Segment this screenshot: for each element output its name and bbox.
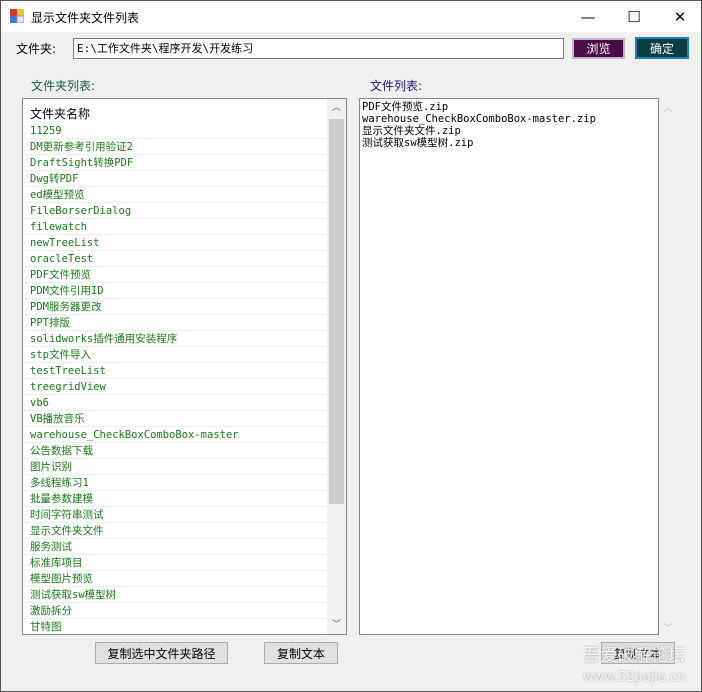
folder-list-item[interactable]: treegridView xyxy=(24,379,327,395)
folder-list-header: 文件夹名称 xyxy=(30,107,91,121)
folder-list-item[interactable]: testTreeList xyxy=(24,363,327,379)
folder-list-item[interactable]: warehouse_CheckBoxComboBox-master xyxy=(24,427,327,443)
watermark: 吾爱破解论坛 www.52pojie.cn xyxy=(583,646,685,688)
folder-list-label: 文件夹列表: xyxy=(31,79,96,93)
minimize-button[interactable]: — xyxy=(565,1,611,32)
scroll-up-icon[interactable]: ︿ xyxy=(327,99,346,117)
folder-list-item[interactable]: solidworks插件通用安装程序 xyxy=(24,331,327,347)
folder-list-item[interactable]: PDM服务器更改 xyxy=(24,299,327,315)
folder-list[interactable]: 文件夹名称 11259 DM更新参考引用验证2 DraftSight转换PDF Dwg… xyxy=(22,98,347,635)
folder-path-input[interactable]: E:\工作文件夹\程序开发\开发练习 xyxy=(73,38,564,59)
folder-list-item[interactable]: 显示文件夹文件 xyxy=(24,523,327,539)
folder-list-item[interactable]: filewatch xyxy=(24,219,327,235)
title-bar: 显示文件夹文件列表 — ☐ ✕ xyxy=(1,1,701,32)
scrollbar-thumb[interactable] xyxy=(329,119,344,504)
file-scroll-up-icon[interactable]: ︿ xyxy=(661,101,675,114)
file-list-textbox[interactable]: PDF文件预览.zip warehouse_CheckBoxComboBox-ma… xyxy=(359,98,659,635)
folder-list-item[interactable]: ed模型预览 xyxy=(24,187,327,203)
watermark-url: www.52pojie.cn xyxy=(583,670,686,685)
file-line: 测试获取sw模型树.zip xyxy=(362,137,474,149)
folder-list-item[interactable]: oracleTest xyxy=(24,251,327,267)
folder-list-item[interactable]: PPT排版 xyxy=(24,315,327,331)
folder-list-scrollbar[interactable]: ︿ ﹀ xyxy=(327,99,346,634)
window-title: 显示文件夹文件列表 xyxy=(31,11,140,25)
close-button[interactable]: ✕ xyxy=(657,1,702,32)
folder-list-item[interactable]: VB播放音乐 xyxy=(24,411,327,427)
browse-button[interactable]: 浏览 xyxy=(572,38,625,59)
folder-list-item[interactable]: 服务测试 xyxy=(24,539,327,555)
folder-list-item[interactable]: 测试获取sw模型树 xyxy=(24,587,327,603)
folder-list-item[interactable]: 标准库项目 xyxy=(24,555,327,571)
folder-list-item[interactable]: FileBorserDialog xyxy=(24,203,327,219)
scroll-down-icon[interactable]: ﹀ xyxy=(327,616,346,634)
folder-list-item[interactable]: 11259 xyxy=(24,123,327,139)
copy-text-button[interactable]: 复制文本 xyxy=(264,642,338,664)
folder-list-item[interactable]: 模型图片预览 xyxy=(24,571,327,587)
folder-list-item[interactable]: stp文件导入 xyxy=(24,347,327,363)
file-line: 显示文件夹文件.zip xyxy=(362,125,461,137)
folder-list-item[interactable]: newTreeList xyxy=(24,235,327,251)
folder-list-item[interactable]: 时间字符串测试 xyxy=(24,507,327,523)
app-icon xyxy=(10,9,24,23)
folder-list-item[interactable]: 甘特图 xyxy=(24,619,327,634)
copy-folder-path-button[interactable]: 复制选中文件夹路径 xyxy=(95,642,228,664)
folder-list-item[interactable]: 多线程练习1 xyxy=(24,475,327,491)
folder-list-item[interactable]: 批量参数建模 xyxy=(24,491,327,507)
file-scroll-down-icon[interactable]: ﹀ xyxy=(661,621,675,634)
file-line: PDF文件预览.zip xyxy=(362,101,449,113)
folder-list-item[interactable]: vb6 xyxy=(24,395,327,411)
folder-list-item[interactable]: 图片识别 xyxy=(24,459,327,475)
folder-list-item[interactable]: PDM文件引用ID xyxy=(24,283,327,299)
folder-list-item[interactable]: 激励拆分 xyxy=(24,603,327,619)
folder-list-item[interactable]: DM更新参考引用验证2 xyxy=(24,139,327,155)
file-list-label: 文件列表: xyxy=(370,79,423,93)
folder-list-item[interactable]: Dwg转PDF xyxy=(24,171,327,187)
ok-button[interactable]: 确定 xyxy=(635,37,689,59)
watermark-title: 吾爱破解论坛 xyxy=(583,646,686,666)
maximize-button[interactable]: ☐ xyxy=(611,1,657,32)
file-line: warehouse_CheckBoxComboBox-master.zip xyxy=(362,113,596,125)
folder-list-item[interactable]: PDF文件预览 xyxy=(24,267,327,283)
folder-list-item[interactable]: 公告数据下载 xyxy=(24,443,327,459)
folder-list-item[interactable]: DraftSight转换PDF xyxy=(24,155,327,171)
folder-label: 文件夹: xyxy=(16,42,57,56)
